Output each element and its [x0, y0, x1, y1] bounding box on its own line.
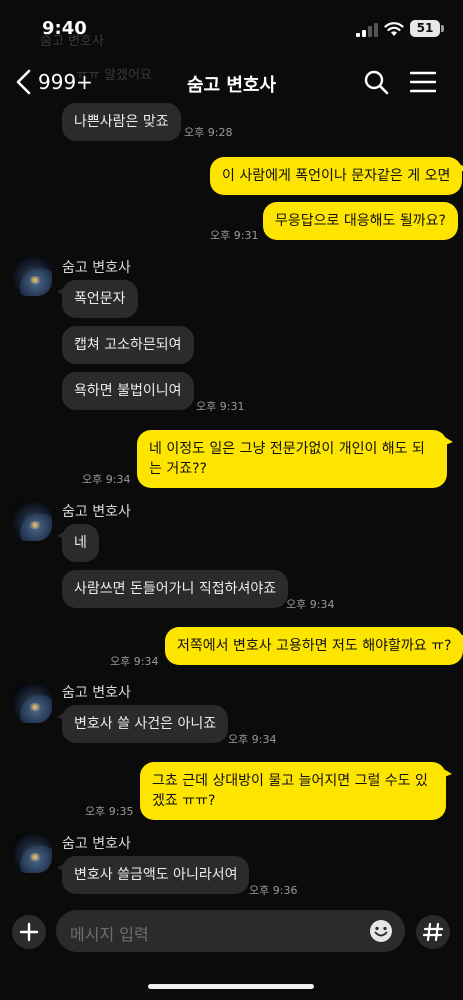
incoming-message[interactable]: 욕하면 불법이니여 [62, 372, 194, 410]
battery-level: 51 [416, 21, 434, 35]
input-placeholder: 메시지 입력 [70, 925, 149, 944]
incoming-message[interactable]: 네 [57, 524, 99, 562]
avatar-lights [28, 853, 42, 861]
sender-name: 숨고 변호사 [62, 260, 131, 276]
wifi-icon [384, 22, 404, 36]
signal-icon [356, 23, 378, 37]
incoming-message[interactable]: 캡쳐 고소하믄되여 [62, 326, 194, 364]
incoming-message[interactable]: 변호사 쓸 사건은 아니죠 [56, 705, 229, 743]
chevron-left-icon [16, 69, 31, 95]
sender-name: 숨고 변호사 [62, 504, 131, 520]
menu-icon[interactable] [410, 70, 436, 94]
emoji-icon[interactable] [369, 919, 393, 943]
battery-tip [441, 25, 444, 32]
message-time: 오후 9:34 [110, 655, 159, 668]
message-time: 오후 9:34 [82, 473, 131, 486]
unread-count: 999+ [38, 70, 93, 94]
outgoing-message[interactable]: 그쵸 근데 상대방이 물고 늘어지면 그럴 수도 있겠죠 ㅠㅠ? [140, 762, 452, 820]
avatar[interactable] [12, 833, 52, 873]
message-time: 오후 9:35 [85, 805, 134, 818]
search-icon[interactable] [363, 69, 389, 95]
message-input[interactable]: 메시지 입력 [56, 910, 405, 952]
outgoing-message[interactable]: 무응답으로 대응해도 될까요? [263, 202, 458, 240]
hashtag-button[interactable] [416, 915, 450, 949]
incoming-message[interactable]: 폭언문자 [57, 280, 138, 318]
sender-name: 숨고 변호사 [62, 685, 131, 701]
ghost-line-1: 숨고 변호사 [40, 34, 104, 49]
outgoing-message[interactable]: 네 이정도 일은 그냥 전문가없이 개인이 해도 되는 거죠?? [137, 430, 453, 488]
status-bar: 9:40 51 [0, 0, 463, 58]
message-time: 오후 9:28 [184, 126, 233, 139]
battery-icon: 51 [410, 20, 440, 37]
plus-icon [19, 922, 39, 942]
message-time: 오후 9:34 [228, 733, 277, 746]
incoming-message[interactable]: 사람쓰면 돈들어가니 직접하셔야죠 [62, 570, 289, 608]
message-time: 오후 9:31 [196, 400, 245, 413]
avatar[interactable] [12, 683, 52, 723]
incoming-message[interactable]: 나쁜사람은 맞죠 [62, 103, 181, 141]
incoming-message[interactable]: 변호사 쓸금액도 아니라서여 [56, 856, 250, 894]
message-time: 오후 9:31 [210, 229, 259, 242]
sender-name: 숨고 변호사 [62, 836, 131, 852]
hash-icon [422, 922, 444, 942]
avatar-lights [28, 276, 42, 284]
home-indicator[interactable] [148, 984, 314, 989]
message-time: 오후 9:34 [286, 598, 335, 611]
avatar[interactable] [12, 256, 52, 296]
avatar-lights [28, 703, 42, 711]
avatar-lights [28, 521, 42, 529]
outgoing-message[interactable]: 저쪽에서 변호사 고용하면 저도 해야할까요 ㅠ? [165, 627, 463, 665]
attach-button[interactable] [12, 915, 46, 949]
avatar[interactable] [12, 501, 52, 541]
outgoing-message[interactable]: 이 사람에게 폭언이나 문자같은 게 오면 [210, 157, 463, 195]
message-input-bar: 메시지 입력 [0, 905, 463, 959]
back-button[interactable]: 999+ [14, 64, 93, 100]
chat-header: 999+ 숨고 변호사 [0, 58, 463, 106]
message-time: 오후 9:36 [249, 884, 298, 897]
